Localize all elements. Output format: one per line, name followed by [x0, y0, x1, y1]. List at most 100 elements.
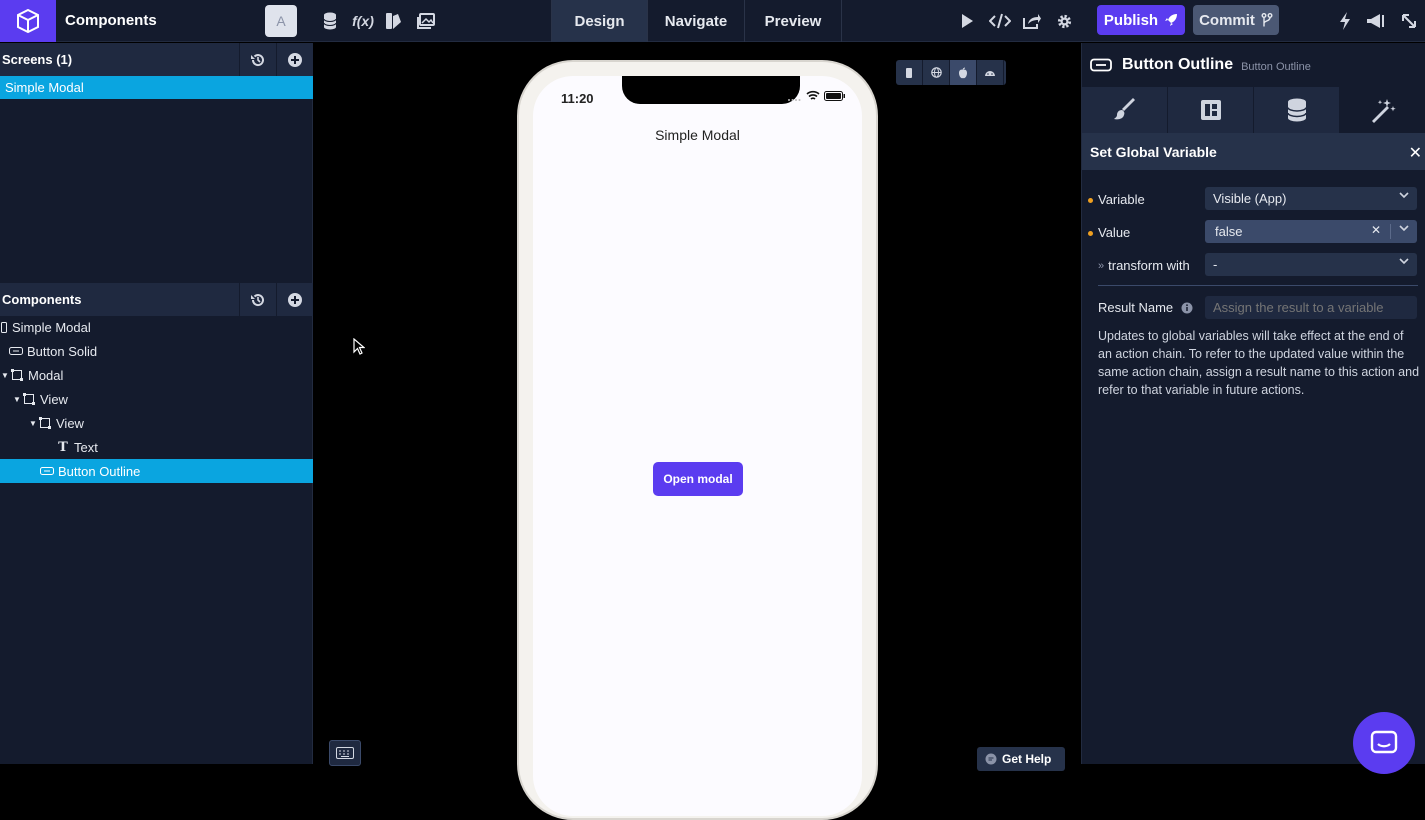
tree-item-label: Text: [74, 439, 98, 455]
component-name: Button Outline: [1122, 56, 1234, 73]
chat-icon: [1370, 730, 1398, 754]
top-bar: Components A f(x) Design Navigate Previe…: [0, 0, 1425, 42]
result-name-input[interactable]: [1205, 296, 1417, 319]
screen-item-simple-modal[interactable]: Simple Modal: [0, 76, 313, 99]
chevron-down-icon: [1399, 256, 1409, 269]
branch-icon: [1261, 13, 1273, 27]
mode-tabs: Design Navigate Preview: [551, 0, 842, 42]
play-icon[interactable]: [957, 11, 977, 31]
screens-title: Screens (1): [2, 52, 73, 67]
publish-label: Publish: [1103, 11, 1159, 29]
tree-item-button-solid[interactable]: Button Solid: [0, 339, 313, 363]
caret-down-icon[interactable]: ▼: [0, 371, 10, 380]
layout-icon: [1200, 100, 1221, 120]
help-text: Updates to global variables will take ef…: [1098, 329, 1420, 397]
battery-icon: [824, 91, 845, 101]
tree-item-button-outline[interactable]: Button Outline: [0, 459, 313, 483]
screen-title: Simple Modal: [655, 127, 740, 143]
history-icon[interactable]: [239, 283, 276, 316]
lightning-icon[interactable]: [1335, 11, 1355, 31]
plus-circle-icon: [288, 52, 302, 67]
tree-item-label: View: [56, 415, 84, 431]
action-title: Set Global Variable: [1090, 143, 1217, 160]
tab-style[interactable]: [1082, 87, 1168, 133]
screens-header: Screens (1): [0, 43, 313, 76]
view-icon: [38, 417, 52, 429]
info-icon[interactable]: [1181, 302, 1193, 314]
component-type: Button Outline: [1241, 60, 1311, 73]
view-icon: [10, 369, 24, 381]
tree-item-label: Modal: [28, 367, 64, 383]
rocket-icon: [1165, 14, 1178, 26]
brush-icon: [1113, 98, 1135, 120]
logo[interactable]: [0, 0, 56, 42]
tab-data[interactable]: [1254, 87, 1340, 133]
tree-item-label: Button Outline: [58, 463, 141, 479]
code-icon[interactable]: [988, 11, 1012, 31]
tree-item-label: Simple Modal: [12, 319, 91, 335]
expand-icon[interactable]: [1399, 11, 1419, 31]
history-icon[interactable]: [239, 43, 276, 76]
clear-icon[interactable]: ✕: [1371, 223, 1381, 237]
tab-interactions[interactable]: [1340, 87, 1425, 133]
tab-design[interactable]: Design: [551, 0, 648, 42]
android-icon[interactable]: [977, 60, 1004, 85]
variable-select[interactable]: Visible (App): [1205, 187, 1417, 210]
button-icon: [1090, 58, 1112, 72]
button-icon: [40, 465, 54, 477]
variable-value: Visible (App): [1213, 191, 1287, 206]
add-component-button[interactable]: [276, 283, 313, 316]
database-icon[interactable]: [320, 11, 340, 31]
inspector-panel: Button Outline Button Outline Set Global…: [1081, 43, 1425, 774]
value-value: false: [1215, 224, 1243, 239]
transform-label: » transform with: [1098, 258, 1190, 273]
style-icon[interactable]: [384, 11, 404, 31]
megaphone-icon[interactable]: [1366, 11, 1386, 31]
avatar[interactable]: A: [265, 5, 297, 37]
components-title: Components: [2, 292, 82, 307]
gear-icon[interactable]: [1054, 11, 1074, 31]
screen-icon: [0, 321, 8, 333]
get-help-button[interactable]: Get Help: [977, 747, 1065, 771]
apple-icon[interactable]: [950, 60, 977, 85]
database-icon: [1286, 98, 1307, 122]
design-canvas[interactable]: 11:20 Simple Modal Open modal Get Help: [314, 43, 1081, 820]
select-divider: [1390, 224, 1391, 239]
value-select[interactable]: false ✕: [1205, 220, 1417, 243]
open-modal-button[interactable]: Open modal: [653, 462, 743, 496]
caret-down-icon[interactable]: ▼: [12, 395, 22, 404]
result-name-label: Result Name: [1098, 300, 1193, 315]
add-screen-button[interactable]: [276, 43, 313, 76]
tree-item-view-nested[interactable]: ▼ View: [0, 411, 313, 435]
tab-preview[interactable]: Preview: [745, 0, 842, 42]
media-icon[interactable]: [416, 11, 436, 31]
text-icon: T: [58, 439, 68, 455]
phone-screen[interactable]: 11:20 Simple Modal Open modal: [533, 76, 862, 816]
commit-button[interactable]: Commit: [1193, 5, 1279, 35]
share-icon[interactable]: [1022, 11, 1042, 31]
keyboard-shortcuts-button[interactable]: [329, 740, 361, 766]
device-switcher: [896, 60, 1006, 85]
function-icon[interactable]: f(x): [351, 11, 375, 31]
left-panel: Screens (1) Simple Modal Components Simp…: [0, 43, 313, 764]
action-header: Set Global Variable ✕: [1082, 133, 1425, 170]
variable-label: Variable: [1088, 192, 1145, 207]
tab-navigate[interactable]: Navigate: [648, 0, 745, 42]
transform-select[interactable]: -: [1205, 253, 1417, 276]
tree-item-label: View: [40, 391, 68, 407]
tree-item-text[interactable]: T Text: [0, 435, 313, 459]
tab-layout[interactable]: [1168, 87, 1254, 133]
tree-item-modal[interactable]: ▼ Modal: [0, 363, 313, 387]
chevron-down-icon[interactable]: [1399, 223, 1409, 236]
phone-device-icon[interactable]: [896, 60, 923, 85]
tree-item-simple-modal[interactable]: Simple Modal: [0, 315, 313, 339]
publish-button[interactable]: Publish: [1097, 5, 1185, 35]
variable-label-text: Variable: [1098, 192, 1145, 207]
tree-item-view[interactable]: ▼ View: [0, 387, 313, 411]
view-icon: [22, 393, 36, 405]
chat-support-button[interactable]: [1353, 712, 1415, 774]
globe-icon[interactable]: [923, 60, 950, 85]
caret-down-icon[interactable]: ▼: [28, 419, 38, 428]
close-icon[interactable]: ✕: [1409, 143, 1422, 163]
chat-icon: [985, 753, 997, 765]
